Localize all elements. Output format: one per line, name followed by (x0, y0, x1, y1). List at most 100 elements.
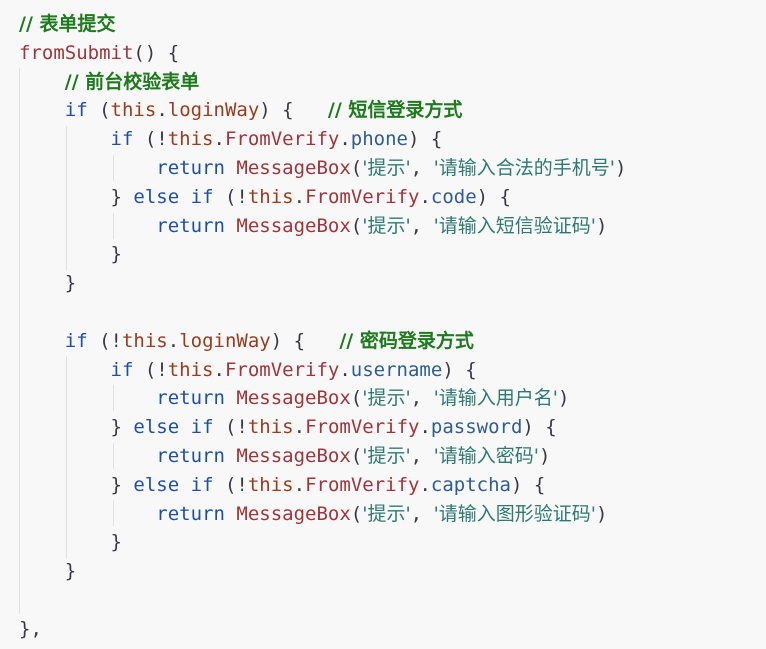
code-token: '请输入密码' (433, 445, 540, 467)
code-line: if (this.loginWay) { // 短信登录方式 (19, 97, 463, 123)
code-token: ) { (476, 185, 511, 208)
code-token: if (190, 416, 214, 439)
code-line: } (19, 270, 76, 296)
code-line: } else if (!this.FromVerify.captcha) { (19, 472, 546, 498)
code-line: // 表单提交 (19, 11, 116, 37)
code-token: ) { (259, 99, 328, 122)
code-token: MessageBox (236, 387, 351, 410)
code-token: '提示' (362, 157, 411, 179)
code-token: ( (350, 502, 363, 525)
code-token: ( (350, 157, 363, 179)
code-token: . (213, 358, 225, 381)
code-token: '请输入图形验证码' (433, 502, 597, 525)
code-token: loginWay (179, 329, 271, 352)
code-line: if (!this.FromVerify.username) { (19, 357, 477, 383)
code-token: if (190, 473, 214, 496)
code-token: . (293, 473, 306, 496)
code-token: } (110, 531, 122, 554)
code-token: } (64, 560, 77, 583)
code-token: FromVerify (305, 473, 420, 496)
code-token: ) (539, 445, 551, 467)
code-token: return (156, 214, 225, 237)
code-token: password (430, 416, 523, 439)
code-token: . (419, 473, 431, 496)
code-token: ) { (408, 128, 443, 151)
code-token: '请输入用户名' (433, 387, 559, 410)
code-token: return (156, 445, 225, 467)
code-token: MessageBox (236, 502, 351, 525)
code-token: . (419, 185, 431, 208)
code-line: return MessageBox('提示', '请输入合法的手机号') (19, 155, 626, 181)
code-token: ) { (442, 358, 477, 381)
code-token: (! (213, 416, 248, 439)
code-block: // 表单提交 fromSubmit() { // 前台校验表单 if (this… (0, 0, 766, 649)
code-token: MessageBox (236, 214, 351, 237)
code-token: . (167, 329, 180, 352)
code-token: if (190, 185, 214, 208)
code-token: (! (213, 473, 248, 496)
code-token: ) (596, 214, 608, 237)
code-token: ) (558, 387, 570, 410)
code-token: ( (350, 214, 363, 237)
code-token: this (247, 473, 294, 496)
code-token: ) { (510, 473, 546, 496)
code-token: () { (133, 41, 180, 64)
code-token: MessageBox (236, 157, 351, 179)
code-token: MessageBox (236, 445, 351, 467)
code-token: if (110, 358, 134, 381)
code-token: return (156, 157, 225, 179)
code-token: // 密码登录方式 (339, 329, 474, 352)
code-line: } (19, 558, 76, 584)
code-token: } (110, 185, 134, 208)
code-token: , (410, 387, 434, 410)
code-token: else (133, 473, 180, 496)
code-token: . (419, 416, 431, 439)
code-token: , (410, 502, 434, 525)
code-token: phone (350, 128, 408, 151)
code-token: // 短信登录方式 (327, 99, 463, 122)
code-token: // 前台校验表单 (64, 70, 200, 93)
code-token: } (64, 272, 77, 295)
code-line: return MessageBox('提示', '请输入图形验证码') (19, 501, 607, 527)
code-token: // 表单提交 (19, 13, 116, 35)
code-token: code (430, 185, 477, 208)
code-token: '请输入合法的手机号' (433, 157, 616, 179)
code-token: this (121, 329, 168, 352)
code-token: . (339, 358, 351, 381)
code-line: } else if (!this.FromVerify.password) { (19, 414, 557, 440)
code-line: if (!this.FromVerify.phone) { (19, 126, 443, 152)
code-token: ) { (522, 416, 557, 439)
code-token: if (64, 99, 88, 122)
code-token: '提示' (362, 214, 411, 237)
code-token: FromVerify (305, 185, 420, 208)
code-token: FromVerify (224, 128, 340, 151)
code-token: . (156, 99, 168, 122)
code-token: else (133, 416, 180, 439)
code-token: if (64, 329, 88, 352)
code-token: (! (133, 358, 168, 381)
code-line: } (19, 241, 122, 267)
code-token: captcha (430, 473, 511, 496)
code-line: return MessageBox('提示', '请输入短信验证码') (19, 213, 607, 239)
code-token: } (110, 473, 134, 496)
code-token: FromVerify (224, 358, 340, 381)
code-line: } else if (!this.FromVerify.code) { (19, 184, 511, 210)
code-line: // 前台校验表单 (19, 69, 200, 95)
code-token: (! (133, 128, 168, 151)
code-token: '提示' (362, 387, 411, 410)
